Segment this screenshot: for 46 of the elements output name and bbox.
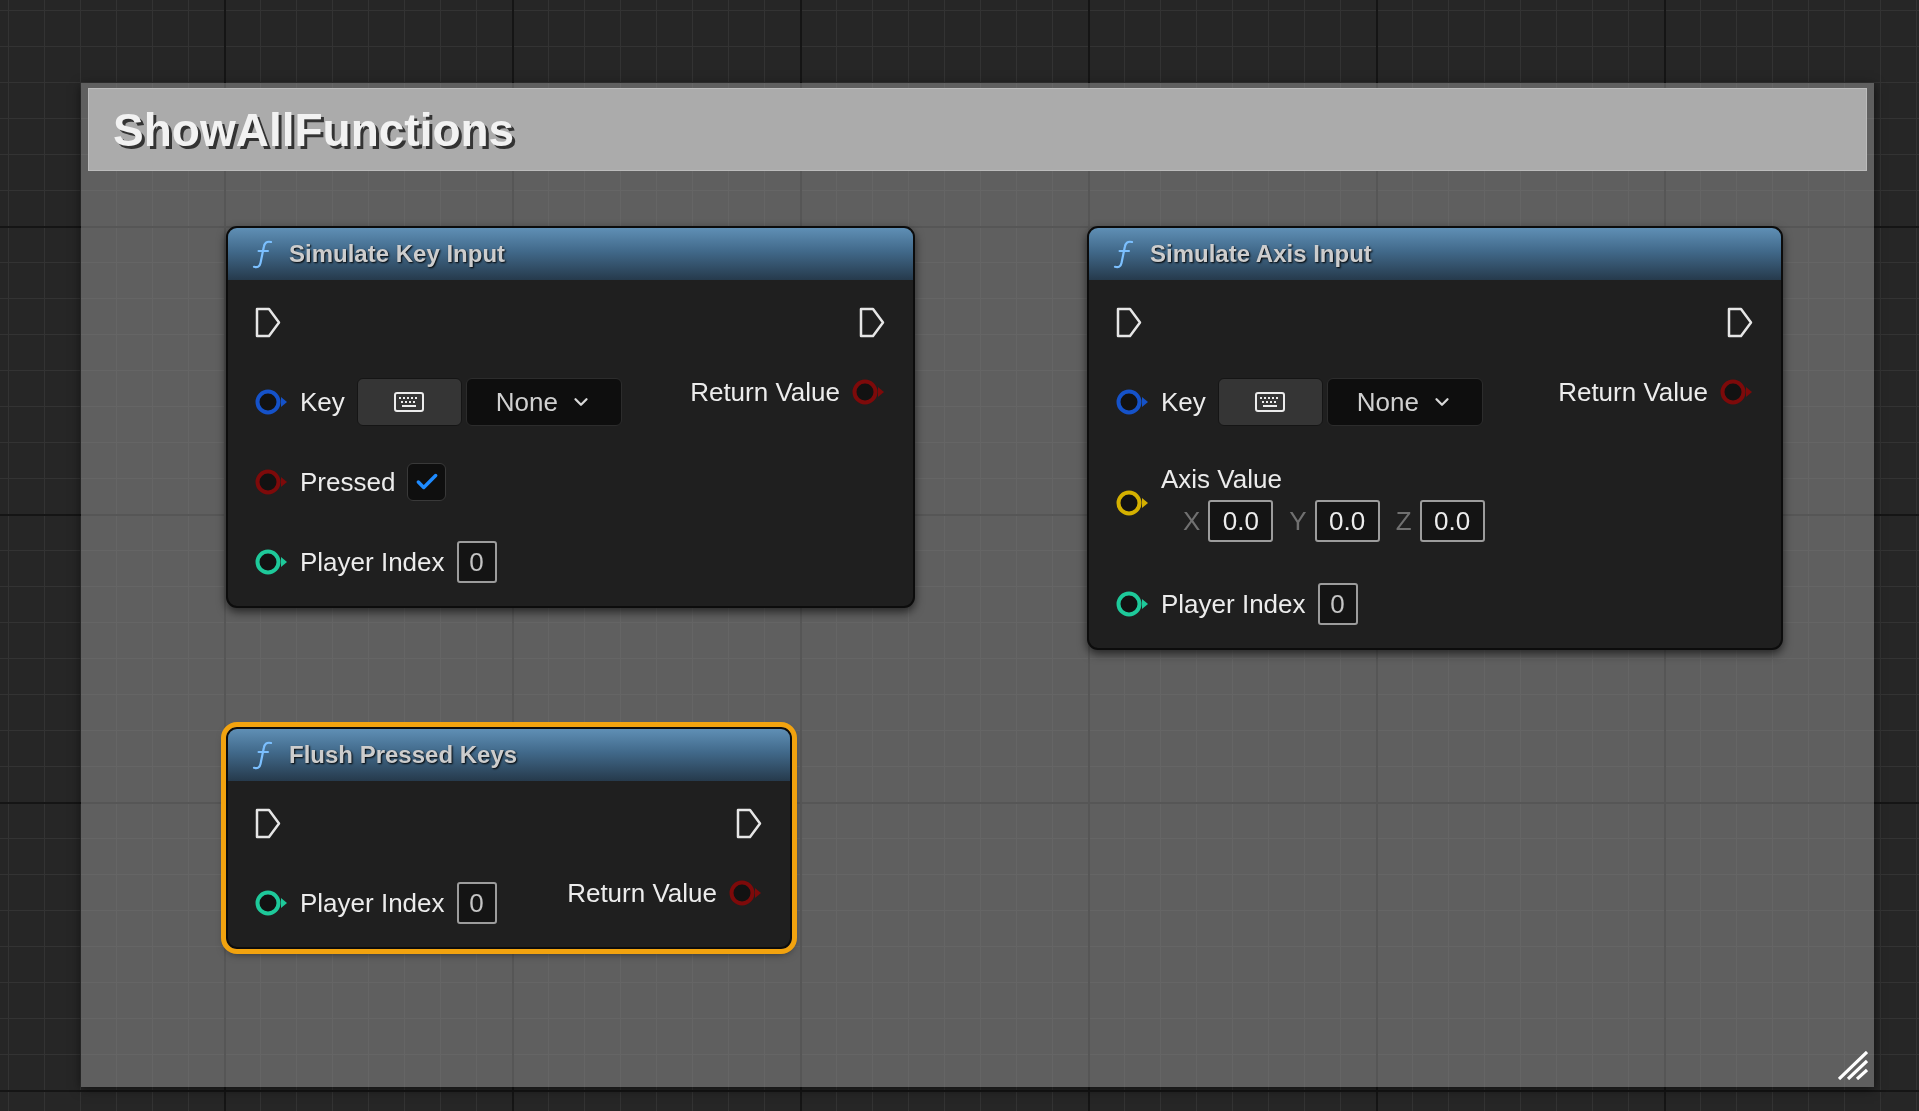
checkbox[interactable] xyxy=(407,463,447,501)
pin-label: Player Index xyxy=(1161,589,1306,619)
pin-label: Return Value xyxy=(690,377,840,407)
exec-pin-icon[interactable] xyxy=(859,306,885,338)
key-dropdown[interactable]: None xyxy=(465,378,622,426)
node-title: Flush Pressed Keys xyxy=(289,743,518,767)
pin-label: Return Value xyxy=(567,878,717,908)
function-node[interactable]: Simulate Key Input Key None Pressed Player Index 0 Return Value xyxy=(226,226,915,608)
axis-letter: Y xyxy=(1289,506,1307,536)
exec-pin-icon[interactable] xyxy=(255,306,281,338)
pin-icon[interactable] xyxy=(1116,490,1149,516)
pin-label: Key xyxy=(300,387,345,417)
key-picker-button[interactable] xyxy=(1217,378,1323,426)
pin-icon[interactable] xyxy=(1116,591,1149,617)
node-title: Simulate Key Input xyxy=(289,242,506,266)
comment-title: ShowAllFunctions xyxy=(113,106,515,153)
exec-pin-icon[interactable] xyxy=(736,807,762,839)
number-field[interactable]: 0 xyxy=(456,541,497,583)
function-node[interactable]: Simulate Axis Input Key None Axis Value X 0.0 Y 0.0 Z 0.0 Player Index 0 Return Value xyxy=(1087,226,1783,650)
pin-label: Player Index xyxy=(300,547,445,577)
pin-label: Axis Value xyxy=(1161,464,1283,494)
number-field[interactable]: 0.0 xyxy=(1419,500,1485,542)
resize-grip-icon[interactable] xyxy=(1838,1051,1868,1080)
number-field[interactable]: 0 xyxy=(456,882,497,924)
key-dropdown[interactable]: None xyxy=(1326,378,1483,426)
key-picker-button[interactable] xyxy=(356,378,462,426)
number-field[interactable]: 0.0 xyxy=(1208,500,1274,542)
function-icon xyxy=(252,740,274,770)
number-field[interactable]: 0.0 xyxy=(1314,500,1380,542)
pin-label: Return Value xyxy=(1558,377,1708,407)
keyboard-icon xyxy=(394,392,425,412)
axis-letter: X xyxy=(1183,506,1201,536)
exec-pin-icon[interactable] xyxy=(1727,306,1753,338)
pin-label: Pressed xyxy=(300,467,396,497)
axis-letter: Z xyxy=(1395,506,1412,536)
number-field[interactable]: 0 xyxy=(1317,583,1358,625)
keyboard-icon xyxy=(1255,392,1286,412)
function-icon xyxy=(252,239,274,269)
pin-label: Player Index xyxy=(300,888,445,918)
pin-label: Key xyxy=(1161,387,1206,417)
node-title: Simulate Axis Input xyxy=(1150,242,1372,266)
pin-icon[interactable] xyxy=(255,549,288,575)
exec-pin-icon[interactable] xyxy=(255,807,281,839)
function-icon xyxy=(1113,239,1135,269)
exec-pin-icon[interactable] xyxy=(1116,306,1142,338)
pin-icon[interactable] xyxy=(255,890,288,916)
